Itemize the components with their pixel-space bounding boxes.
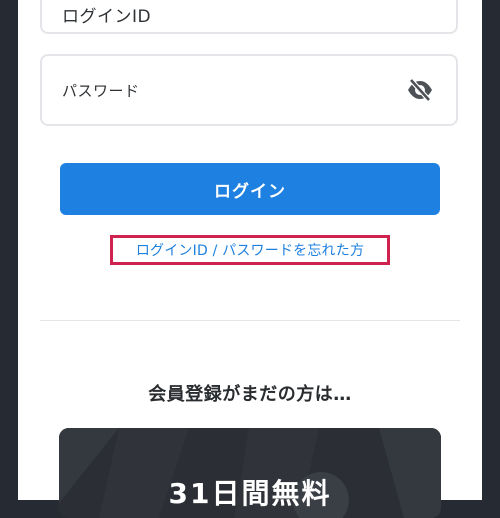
password-placeholder: パスワード [62, 82, 140, 100]
login-page: ログインID パスワード ログイン ログインID / パスワードを忘れた方 会員… [0, 0, 500, 518]
free-trial-title: 31日間無料 [168, 477, 332, 510]
free-trial-banner[interactable]: 31日間無料 [59, 428, 441, 518]
registration-heading: 会員登録がまだの方は… [148, 384, 352, 405]
login-id-field[interactable]: ログインID [40, 0, 458, 34]
password-field[interactable]: パスワード [40, 54, 458, 126]
login-id-placeholder: ログインID [62, 7, 152, 27]
login-button[interactable]: ログイン [60, 163, 440, 215]
eye-slash-icon[interactable] [406, 78, 434, 102]
forgot-credentials-link[interactable]: ログインID / パスワードを忘れた方 [110, 235, 390, 265]
section-divider [40, 320, 460, 321]
